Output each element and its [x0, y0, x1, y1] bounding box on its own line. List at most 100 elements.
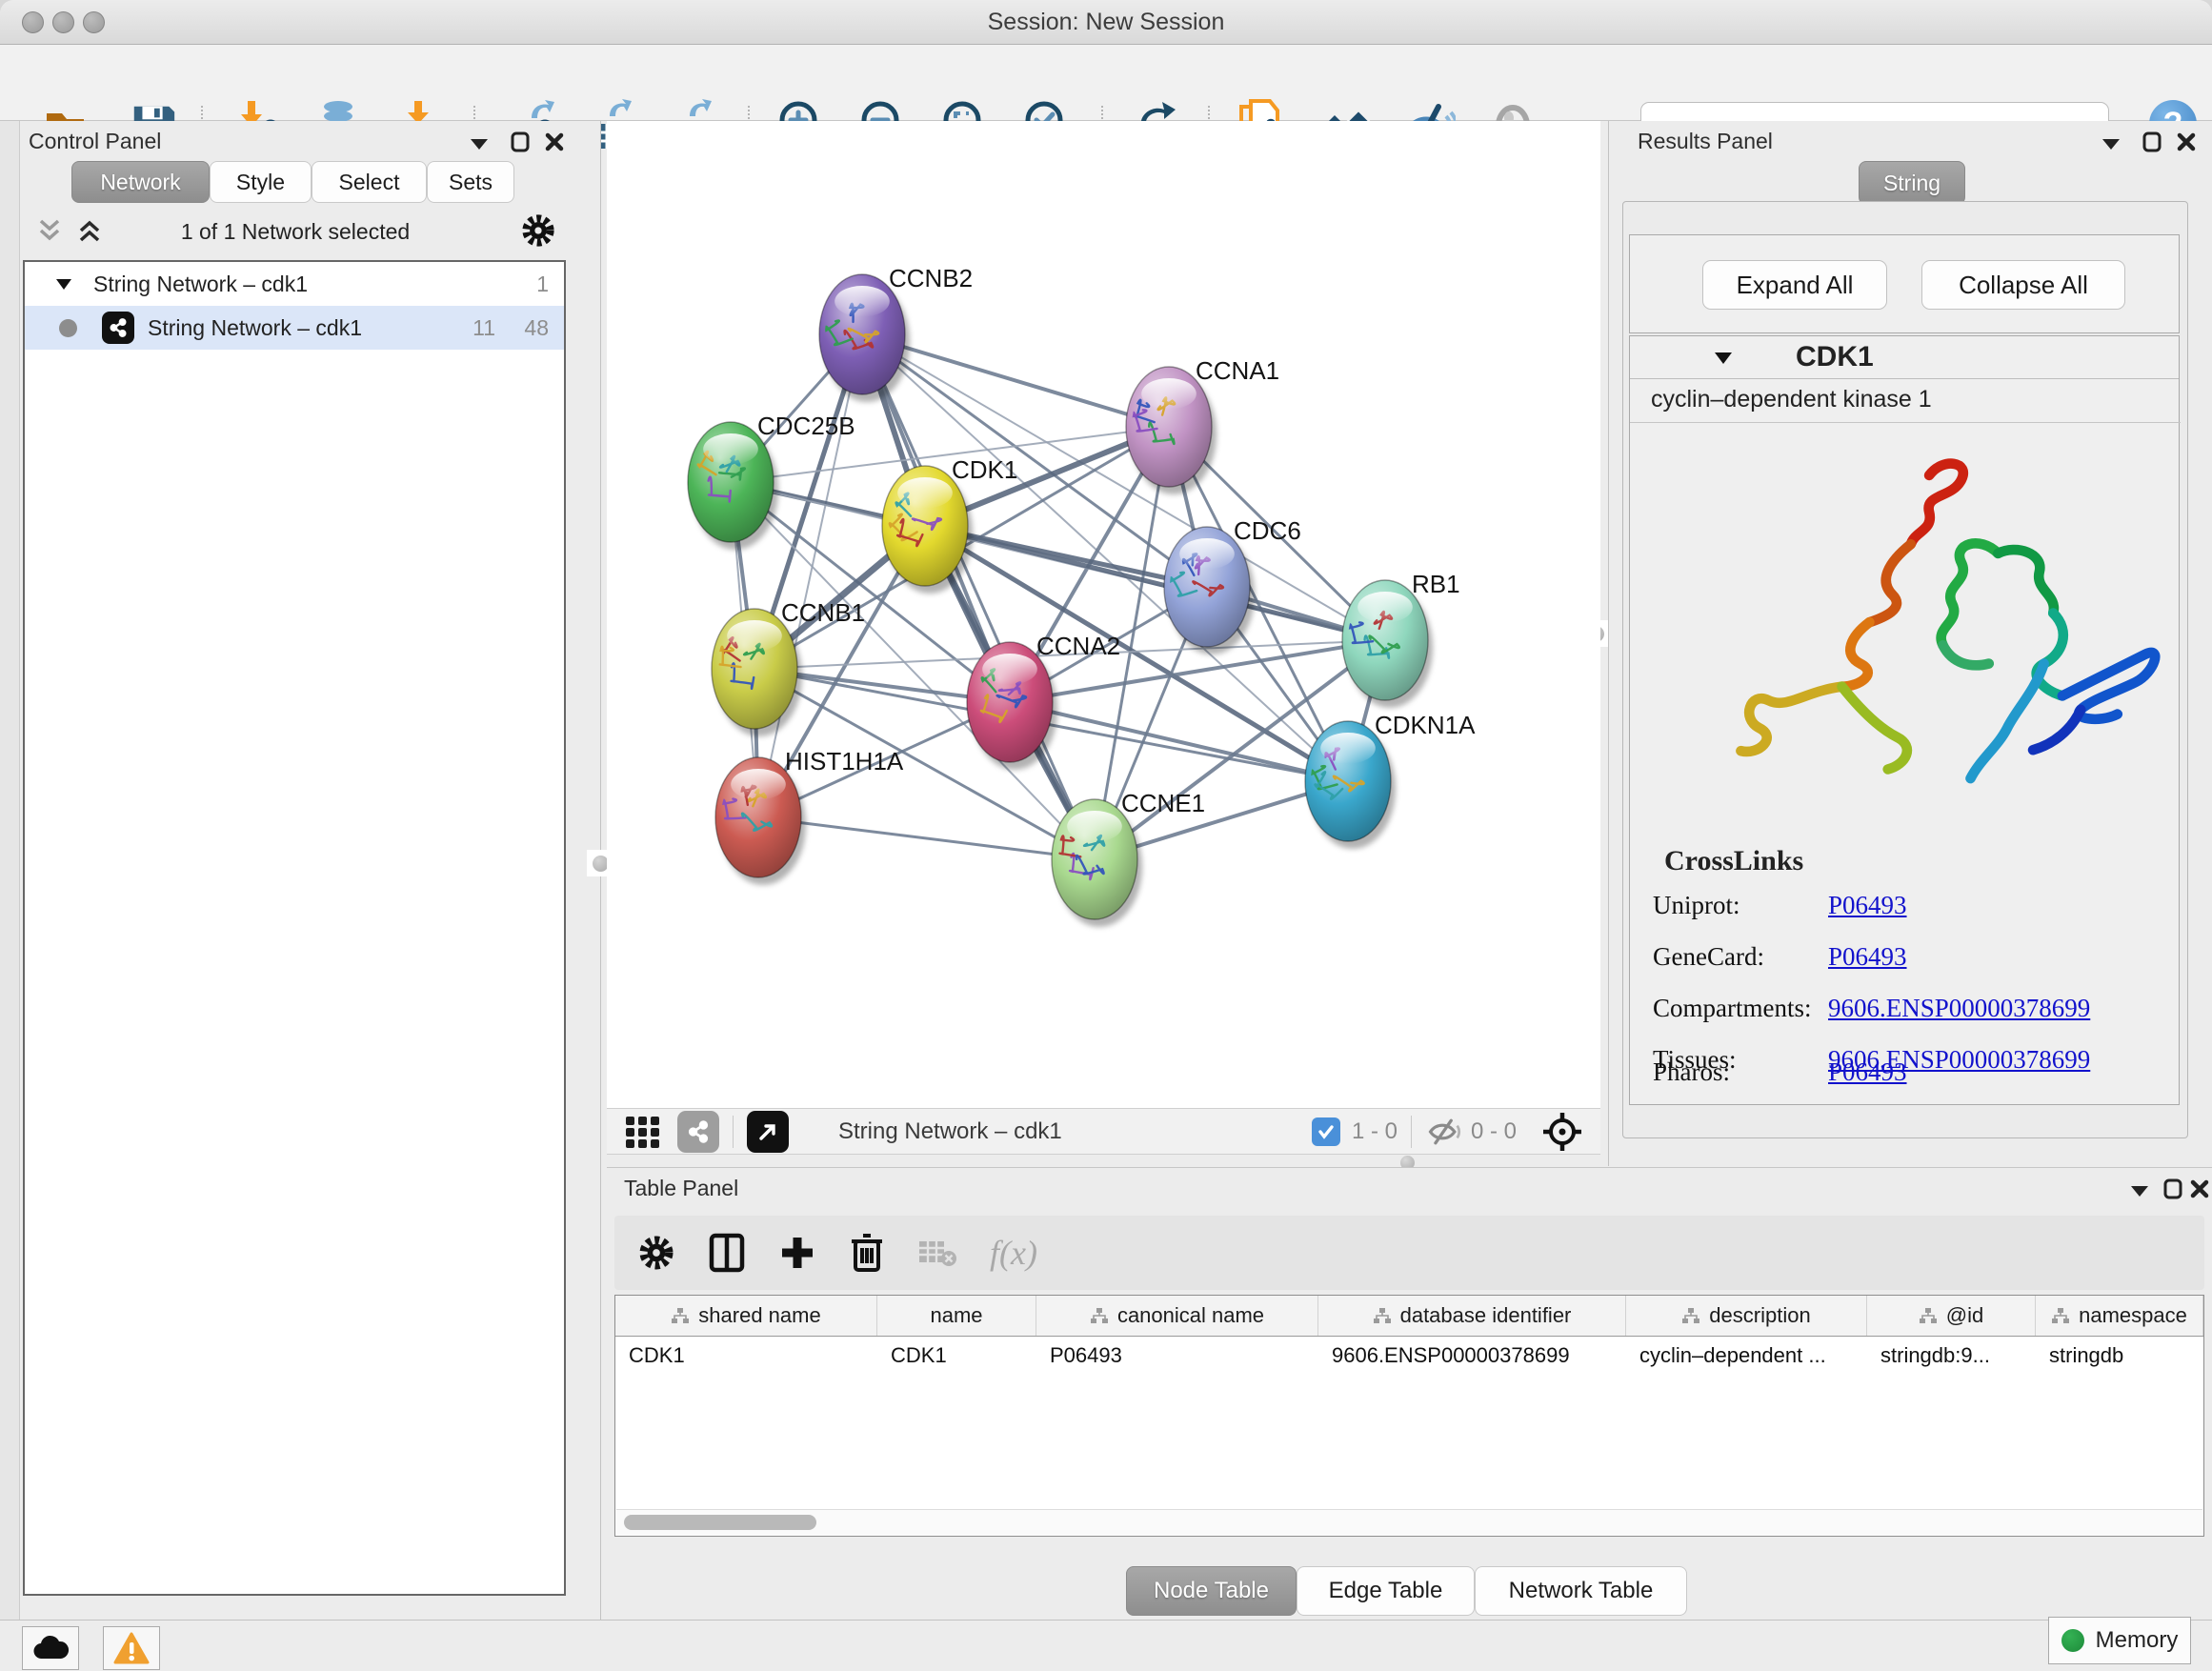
network-node-CCNE1[interactable]: CCNE1 [1052, 789, 1205, 927]
memory-button[interactable]: Memory [2048, 1617, 2191, 1664]
card-collapse-icon[interactable] [1714, 351, 1733, 365]
network-node-CCNB2[interactable]: CCNB2 [819, 264, 973, 402]
table-panel: Table Panel f [607, 1167, 2212, 1621]
crosslink-label: GeneCard: [1653, 942, 1828, 986]
table-options-gear-icon[interactable] [637, 1234, 675, 1272]
network-canvas[interactable]: CCNB2 CCNA1 CDC25B CDK1 CDC6 RB1 CCNB1 CCNA2 CDK… [607, 121, 1600, 1108]
network-edge[interactable] [758, 334, 862, 817]
show-columns-icon[interactable] [708, 1232, 746, 1274]
network-row-selected[interactable]: String Network – cdk1 11 48 [25, 306, 564, 350]
crosslink-row: Compartments: 9606.ENSP00000378699 [1653, 994, 2167, 1037]
tab-string[interactable]: String [1859, 161, 1965, 205]
node-table[interactable]: shared namenamecanonical namedatabase id… [614, 1295, 2204, 1537]
tab-network[interactable]: Network [71, 161, 210, 203]
table-cell[interactable]: CDK1 [615, 1337, 877, 1375]
function-builder-icon-disabled: f(x) [990, 1233, 1037, 1273]
network-options-gear-icon[interactable] [520, 212, 556, 249]
memory-status-dot [2061, 1629, 2084, 1652]
crosslink-link[interactable]: P06493 [1828, 942, 1907, 986]
grid-view-icon[interactable] [622, 1111, 664, 1153]
status-bar: Memory [0, 1620, 2212, 1671]
table-cell[interactable]: stringdb:9... [1867, 1337, 2036, 1375]
crosslink-link[interactable]: P06493 [1828, 891, 1907, 935]
network-node-CDK1[interactable]: CDK1 [882, 455, 1017, 594]
network-node-HIST1H1A[interactable]: HIST1H1A [715, 747, 904, 885]
network-collection-row[interactable]: String Network – cdk1 1 [25, 262, 564, 306]
string-results-box: Expand All Collapse All CDK1 cyclin–depe… [1622, 201, 2188, 1138]
table-cell[interactable]: 9606.ENSP00000378699 [1318, 1337, 1626, 1375]
delete-column-icon[interactable] [849, 1232, 885, 1274]
node-label-CDC25B: CDC25B [757, 412, 855, 440]
node-label-CDKN1A: CDKN1A [1375, 711, 1476, 739]
table-horizontal-scrollbar[interactable] [616, 1509, 2202, 1535]
protein-description: cyclin–dependent kinase 1 [1651, 386, 1932, 413]
table-cell[interactable]: cyclin–dependent ... [1626, 1337, 1867, 1375]
table-cell[interactable]: CDK1 [877, 1337, 1036, 1375]
tab-node-table[interactable]: Node Table [1126, 1566, 1297, 1616]
network-edge[interactable] [758, 817, 1095, 859]
selected-nodes-checkbox[interactable] [1312, 1117, 1340, 1146]
control-panel-float-icon[interactable] [511, 131, 530, 152]
cloud-button[interactable] [22, 1626, 79, 1670]
network-node-RB1[interactable]: RB1 [1342, 570, 1460, 708]
control-panel: Control Panel Network Style Select Sets … [0, 121, 601, 1620]
network-node-CDC6[interactable]: CDC6 [1164, 516, 1301, 654]
string-view-icon[interactable] [677, 1111, 719, 1153]
network-edge[interactable] [862, 334, 1095, 859]
protein-structure-image [1649, 432, 2163, 822]
expand-collapse-box: Expand All Collapse All [1629, 234, 2180, 333]
network-node-CCNA1[interactable]: CCNA1 [1126, 356, 1279, 494]
table-panel-close-icon[interactable] [2190, 1179, 2209, 1198]
node-count: 11 [473, 315, 495, 341]
network-view[interactable]: CCNB2 CCNA1 CDC25B CDK1 CDC6 RB1 CCNB1 CCNA2 CDK… [607, 121, 1600, 1108]
tab-network-table[interactable]: Network Table [1475, 1566, 1687, 1616]
tab-style[interactable]: Style [210, 161, 312, 203]
crosslink-link[interactable]: 9606.ENSP00000378699 [1828, 994, 2090, 1037]
main-toolbar: ? [0, 45, 2212, 121]
expand-all-button[interactable]: Expand All [1702, 260, 1887, 310]
node-label-CCNA1: CCNA1 [1196, 356, 1279, 385]
network-collection-label: String Network – cdk1 [93, 272, 308, 297]
collapse-all-networks-icon[interactable] [36, 218, 63, 243]
cloud-icon [31, 1634, 70, 1662]
table-cell[interactable]: stringdb [2036, 1337, 2203, 1375]
add-column-icon[interactable] [778, 1234, 816, 1272]
crosslink-link[interactable]: P06493 [1828, 1057, 1907, 1101]
results-panel-collapse-icon[interactable] [2101, 136, 2122, 151]
network-node-CCNA2[interactable]: CCNA2 [967, 632, 1120, 770]
table-cell[interactable]: P06493 [1036, 1337, 1318, 1375]
node-label-CCNE1: CCNE1 [1121, 789, 1205, 817]
view-indicator-dot [59, 319, 77, 337]
network-label: String Network – cdk1 [148, 315, 362, 341]
network-view-toolbar: String Network – cdk1 1 - 0 0 - 0 [607, 1108, 1600, 1155]
results-panel-float-icon[interactable] [2142, 131, 2162, 152]
network-node-CDKN1A[interactable]: CDKN1A [1305, 711, 1476, 849]
crosslink-row: GeneCard: P06493 [1653, 942, 2167, 986]
results-panel-close-icon[interactable] [2177, 132, 2196, 151]
table-panel-collapse-icon[interactable] [2129, 1183, 2150, 1198]
open-in-new-window-icon[interactable] [747, 1111, 789, 1153]
collapse-all-button[interactable]: Collapse All [1921, 260, 2125, 310]
birds-eye-crosshair-icon[interactable] [1541, 1111, 1583, 1153]
scrollbar-thumb[interactable] [624, 1515, 816, 1530]
table-panel-float-icon[interactable] [2163, 1178, 2182, 1199]
hidden-elements-icon [1425, 1117, 1463, 1147]
tab-select[interactable]: Select [312, 161, 427, 203]
results-panel-title: Results Panel [1638, 129, 1773, 154]
control-panel-collapse-icon[interactable] [469, 136, 490, 151]
protein-card-header[interactable]: CDK1 [1630, 336, 2179, 379]
control-panel-close-icon[interactable] [545, 132, 564, 151]
network-edge[interactable] [1010, 702, 1348, 781]
results-panel: Results Panel String Expand All Collapse… [1608, 121, 2212, 1166]
expand-all-networks-icon[interactable] [76, 218, 103, 243]
window-title: Session: New Session [0, 0, 2212, 44]
window-titlebar: Session: New Session [0, 0, 2212, 45]
warning-button[interactable] [103, 1626, 160, 1670]
node-label-CCNB1: CCNB1 [781, 598, 865, 627]
warning-icon [113, 1632, 150, 1664]
network-edge[interactable] [925, 526, 1385, 640]
application-window: Session: New Session [0, 0, 2212, 1671]
tab-sets[interactable]: Sets [427, 161, 514, 203]
tab-edge-table[interactable]: Edge Table [1297, 1566, 1475, 1616]
tree-expand-icon[interactable] [55, 277, 72, 291]
